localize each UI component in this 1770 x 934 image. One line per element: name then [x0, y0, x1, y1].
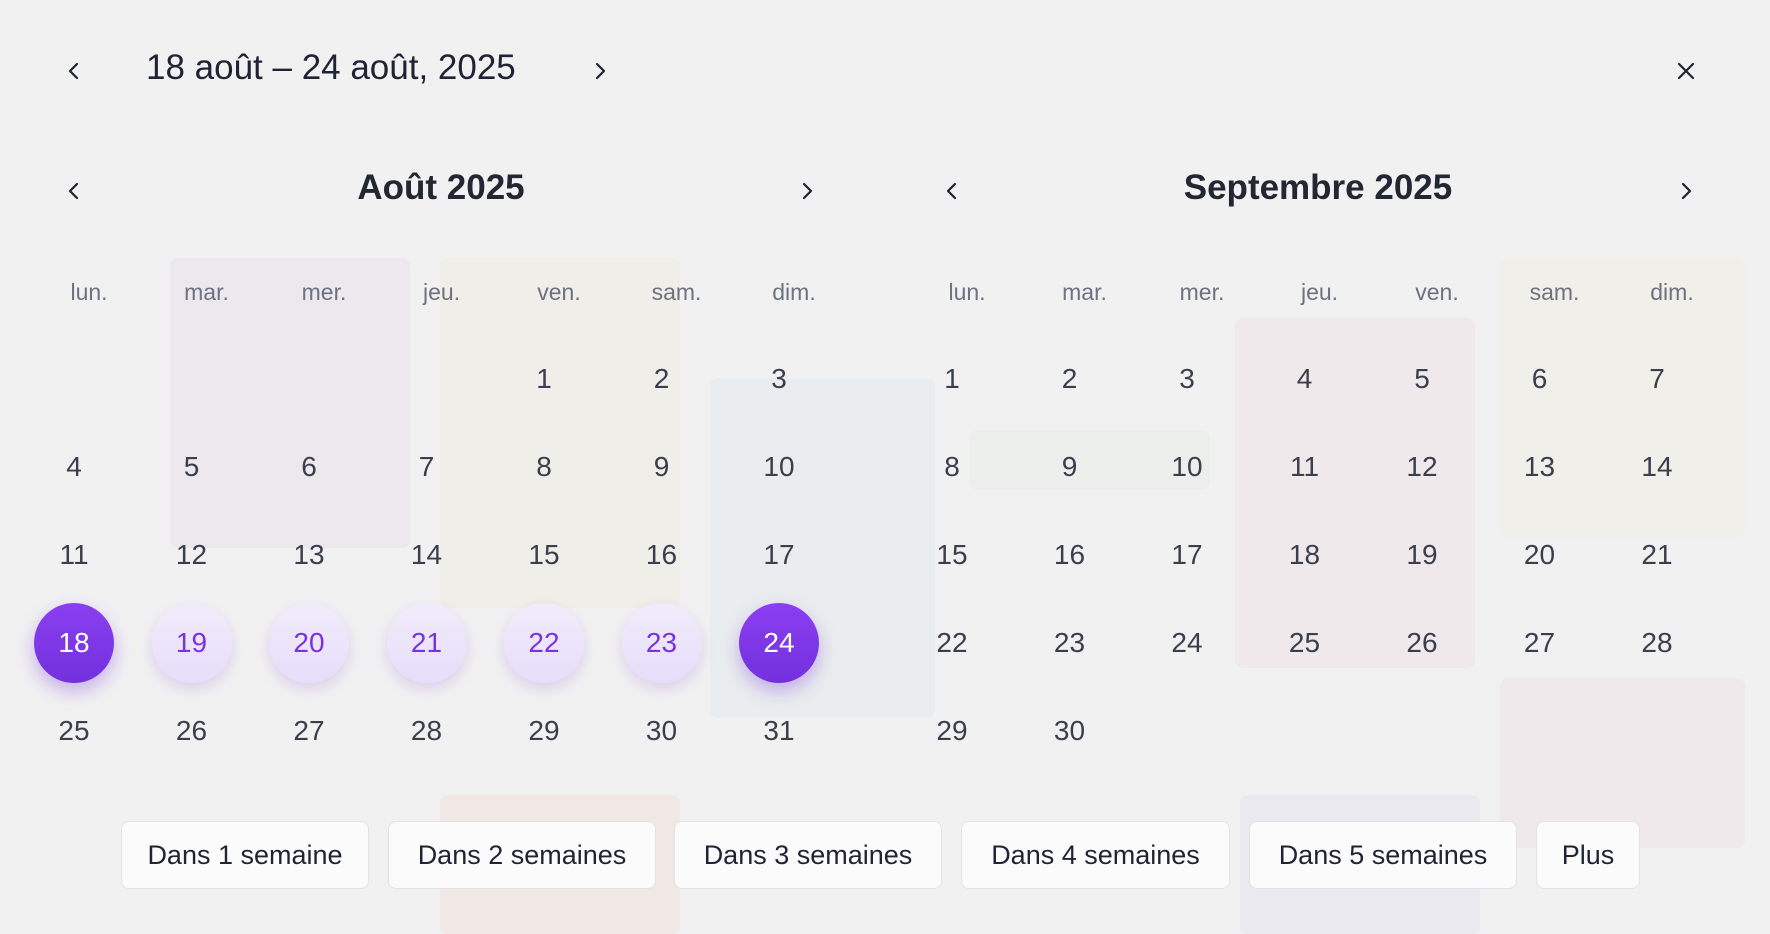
weekday-header: dim. [772, 279, 816, 305]
day-cell[interactable]: 30 [622, 691, 702, 771]
day-cell[interactable]: 8 [504, 427, 584, 507]
day-cell[interactable]: 20 [1500, 515, 1580, 595]
day-cell[interactable]: 22 [504, 603, 584, 683]
day-cell[interactable]: 18 [1265, 515, 1345, 595]
day-cell[interactable]: 29 [504, 691, 584, 771]
weekday-header: jeu. [1300, 279, 1339, 305]
day-cell[interactable]: 7 [1617, 339, 1697, 419]
day-cell[interactable]: 18 [34, 603, 114, 683]
weekday-header: dim. [1650, 279, 1694, 305]
quick-option-5-weeks[interactable]: Dans 5 semaines [1249, 821, 1517, 889]
close-icon [1677, 62, 1695, 80]
day-cell[interactable]: 21 [386, 603, 467, 683]
day-cell[interactable]: 3 [1147, 339, 1227, 419]
day-cell[interactable]: 6 [1500, 339, 1580, 419]
chevron-right-icon [595, 62, 606, 80]
day-cell[interactable]: 7 [387, 427, 467, 507]
day-cell[interactable]: 23 [621, 603, 702, 683]
quick-option-1-week[interactable]: Dans 1 semaine [121, 821, 369, 889]
day-cell[interactable]: 19 [151, 603, 232, 683]
day-cell[interactable]: 20 [269, 603, 349, 683]
quick-option-more[interactable]: Plus [1536, 821, 1640, 889]
day-cell[interactable]: 17 [1147, 515, 1227, 595]
day-cell[interactable]: 4 [1265, 339, 1345, 419]
quick-option-4-weeks[interactable]: Dans 4 semaines [961, 821, 1230, 889]
day-cell[interactable]: 5 [152, 427, 232, 507]
day-cell[interactable]: 5 [1382, 339, 1462, 419]
day-cell[interactable]: 1 [504, 339, 584, 419]
day-cell[interactable]: 2 [1030, 339, 1110, 419]
month-title-september: Septembre 2025 [1183, 168, 1453, 207]
weekday-header: sam. [1529, 279, 1580, 305]
day-cell[interactable]: 1 [912, 339, 992, 419]
day-cell[interactable]: 11 [1265, 427, 1345, 507]
day-cell[interactable]: 29 [912, 691, 992, 771]
chevron-left-icon [68, 182, 79, 200]
day-cell[interactable]: 15 [912, 515, 992, 595]
day-cell[interactable]: 12 [152, 515, 232, 595]
weekday-header: mar. [184, 279, 229, 305]
day-cell[interactable]: 24 [1147, 603, 1227, 683]
quick-option-3-weeks[interactable]: Dans 3 semaines [674, 821, 942, 889]
weekday-header: mar. [1062, 279, 1107, 305]
next-month-button[interactable] [1664, 169, 1708, 213]
next-month-button[interactable] [785, 169, 829, 213]
weekday-header: sam. [651, 279, 702, 305]
day-cell[interactable]: 25 [1265, 603, 1345, 683]
day-cell[interactable]: 11 [34, 515, 114, 595]
quick-option-2-weeks[interactable]: Dans 2 semaines [388, 821, 656, 889]
day-cell[interactable]: 28 [1617, 603, 1697, 683]
day-cell[interactable]: 9 [622, 427, 702, 507]
day-cell[interactable]: 2 [622, 339, 702, 419]
day-cell[interactable]: 12 [1382, 427, 1462, 507]
day-cell[interactable]: 26 [1382, 603, 1462, 683]
month-title-august: Août 2025 [357, 168, 525, 207]
day-cell[interactable]: 3 [739, 339, 819, 419]
day-cell[interactable]: 10 [739, 427, 819, 507]
day-cell[interactable]: 21 [1617, 515, 1697, 595]
day-cell[interactable]: 26 [152, 691, 232, 771]
weekday-header: lun. [948, 279, 986, 305]
day-cell[interactable]: 13 [269, 515, 349, 595]
day-cell[interactable]: 25 [34, 691, 114, 771]
day-cell[interactable]: 22 [912, 603, 992, 683]
day-cell[interactable]: 8 [912, 427, 992, 507]
chevron-left-icon [946, 182, 957, 200]
day-cell[interactable]: 15 [504, 515, 584, 595]
previous-week-button[interactable] [52, 49, 96, 93]
next-week-button[interactable] [578, 49, 622, 93]
day-cell[interactable]: 13 [1500, 427, 1580, 507]
day-cell[interactable]: 4 [34, 427, 114, 507]
weekday-header: ven. [1415, 279, 1459, 305]
day-cell[interactable]: 19 [1382, 515, 1462, 595]
chevron-right-icon [1681, 182, 1692, 200]
weekday-header: jeu. [422, 279, 461, 305]
day-cell[interactable]: 9 [1030, 427, 1110, 507]
day-cell[interactable]: 14 [387, 515, 467, 595]
date-range-picker: 18 août – 24 août, 2025 Août 2025 Septem… [0, 0, 1770, 934]
day-cell[interactable]: 14 [1617, 427, 1697, 507]
weekday-header: lun. [70, 279, 108, 305]
previous-month-button[interactable] [930, 169, 974, 213]
day-cell[interactable]: 27 [269, 691, 349, 771]
day-cell[interactable]: 30 [1030, 691, 1110, 771]
day-cell[interactable]: 16 [622, 515, 702, 595]
weekday-header: mer. [1179, 279, 1225, 305]
selected-range-title: 18 août – 24 août, 2025 [146, 48, 516, 87]
day-cell[interactable]: 17 [739, 515, 819, 595]
day-cell[interactable]: 31 [739, 691, 819, 771]
day-cell[interactable]: 27 [1500, 603, 1580, 683]
chevron-right-icon [802, 182, 813, 200]
weekday-header: mer. [301, 279, 347, 305]
day-cell[interactable]: 16 [1030, 515, 1110, 595]
day-cell[interactable]: 6 [269, 427, 349, 507]
day-cell[interactable]: 10 [1147, 427, 1227, 507]
day-cell[interactable]: 28 [387, 691, 467, 771]
previous-month-button[interactable] [52, 169, 96, 213]
day-cell[interactable]: 23 [1030, 603, 1110, 683]
close-button[interactable] [1664, 49, 1708, 93]
weekday-header: ven. [537, 279, 581, 305]
day-cell[interactable]: 24 [739, 603, 819, 683]
chevron-left-icon [68, 62, 79, 80]
